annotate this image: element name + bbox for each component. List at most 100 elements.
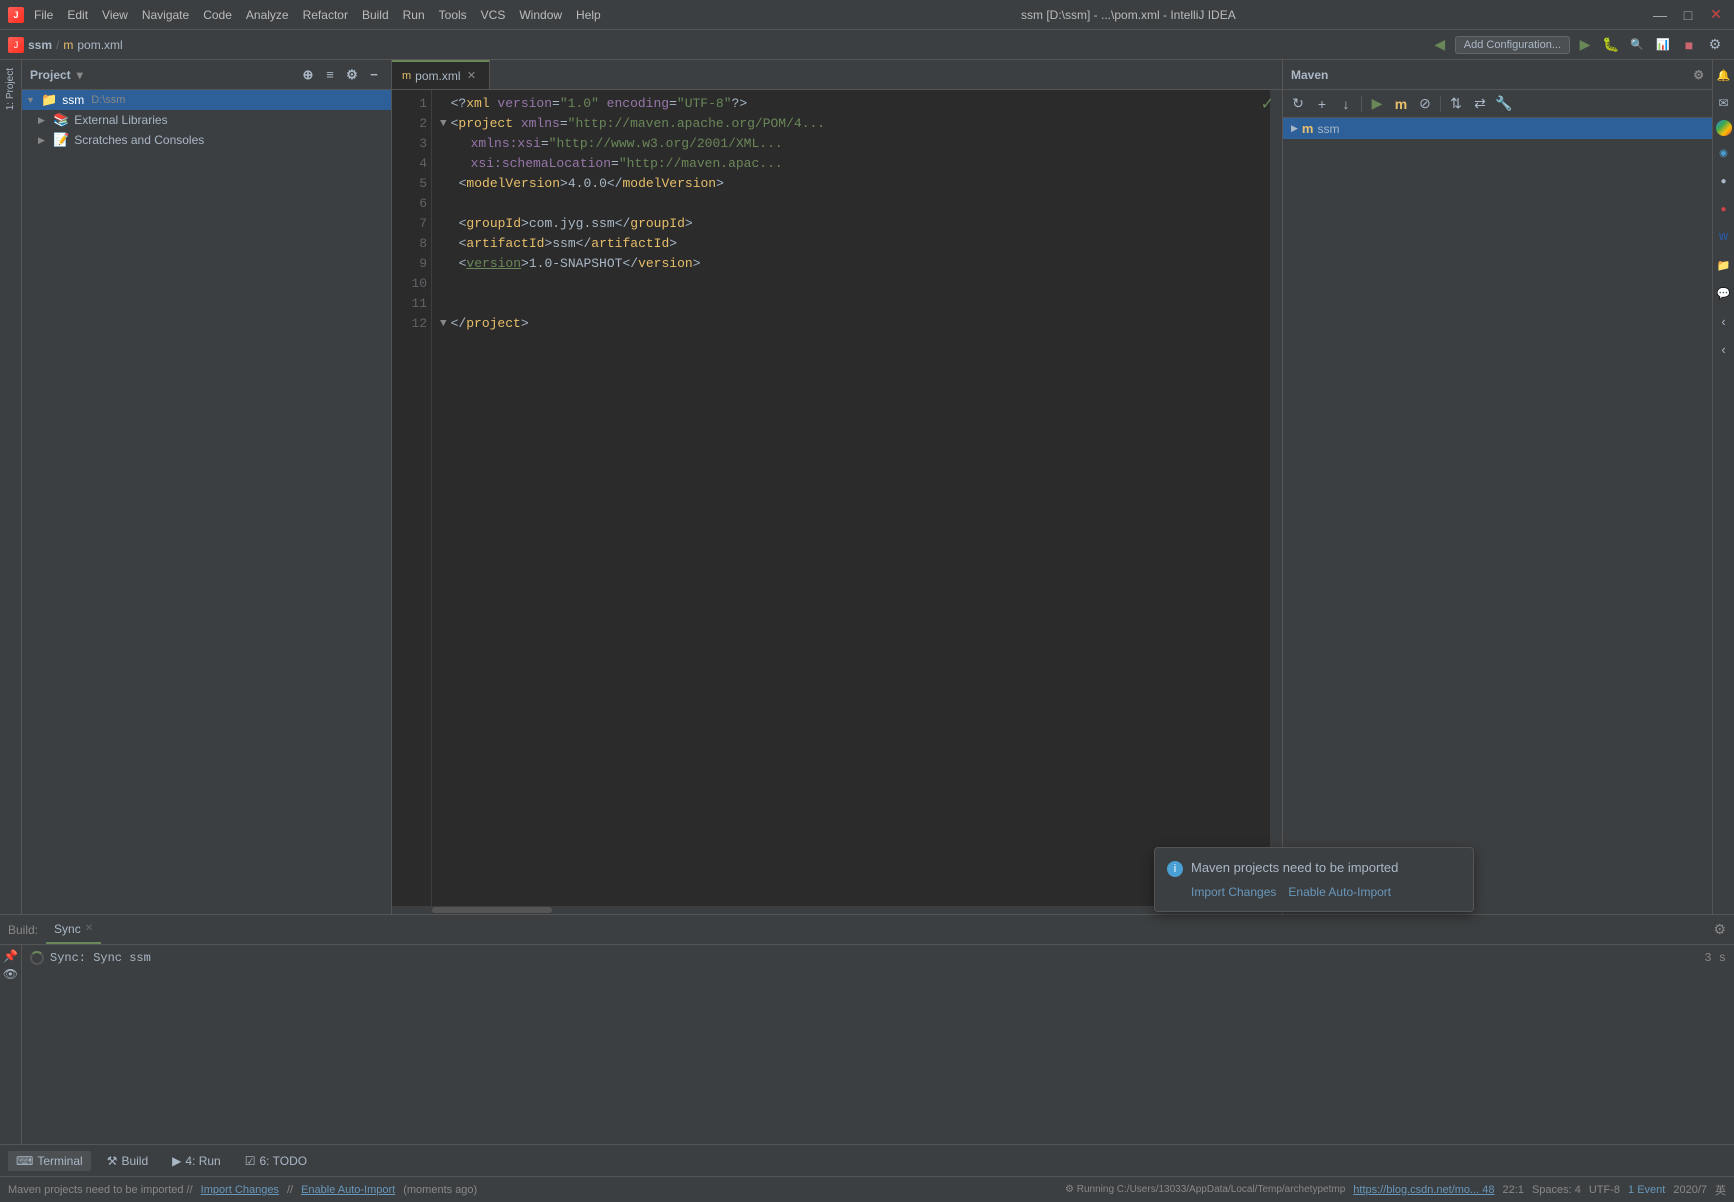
code-editor[interactable]: 1 2 3 4 5 6 7 8 9 10 11 12 <?xml version… (392, 90, 1282, 906)
menu-build[interactable]: Build (356, 6, 395, 24)
maven-wrench-icon[interactable]: 🔧 (1493, 93, 1515, 115)
toolbar-tab-build[interactable]: ⚒ Build (99, 1151, 156, 1171)
run-button[interactable]: ▶ (1574, 34, 1596, 56)
menu-refactor[interactable]: Refactor (297, 6, 354, 24)
tree-item-external-libs[interactable]: ▶ 📚 External Libraries (22, 110, 391, 130)
menu-code[interactable]: Code (197, 6, 238, 24)
eye-icon[interactable]: 👁 (3, 967, 18, 981)
menu-file[interactable]: File (28, 6, 59, 24)
breadcrumb-ssm[interactable]: ssm (28, 38, 52, 52)
sync-tab-close[interactable]: ✕ (85, 923, 93, 934)
maven-collapse-icon[interactable]: ⇄ (1469, 93, 1491, 115)
code-content[interactable]: <?xml version="1.0" encoding="UTF-8" ?> … (432, 90, 1270, 906)
maven-expand-icon[interactable]: ⇅ (1445, 93, 1467, 115)
right-icon-notifications[interactable]: 🔔 (1713, 64, 1734, 86)
maven-tree-ssm[interactable]: ▶ m ssm (1283, 118, 1712, 139)
project-panel-title: Project (30, 68, 71, 82)
menu-navigate[interactable]: Navigate (136, 6, 195, 24)
maven-m-icon[interactable]: m (1390, 93, 1412, 115)
code-line-11 (440, 294, 1262, 314)
pom-tab-icon: m (402, 70, 411, 82)
locate-icon[interactable]: ⊕ (299, 66, 317, 84)
vertical-scrollbar[interactable] (1270, 90, 1282, 906)
bottom-tab-sync[interactable]: Sync ✕ (46, 915, 101, 944)
minimize-button[interactable]: — (1650, 5, 1670, 25)
close-button[interactable]: ✕ (1706, 5, 1726, 25)
horizontal-scrollbar[interactable] (392, 906, 1282, 914)
menu-vcs[interactable]: VCS (475, 6, 512, 24)
sync-time: 3 s (1704, 951, 1726, 965)
menu-help[interactable]: Help (570, 6, 607, 24)
settings-icon[interactable]: ⚙ (1704, 34, 1726, 56)
right-icon-chat[interactable]: 💬 (1713, 282, 1734, 304)
stop-button[interactable]: ■ (1678, 34, 1700, 56)
project-dropdown-icon[interactable]: ▾ (77, 68, 83, 82)
maven-download-icon[interactable]: ↓ (1335, 93, 1357, 115)
breadcrumb-pom[interactable]: pom.xml (77, 38, 122, 52)
tree-item-ssm[interactable]: ▼ 📁 ssm D:\ssm (22, 90, 391, 110)
maven-add-icon[interactable]: + (1311, 93, 1333, 115)
maven-skip-icon[interactable]: ⊘ (1414, 93, 1436, 115)
profile-button[interactable]: 📊 (1652, 34, 1674, 56)
tree-arrow-ssm: ▼ (26, 95, 38, 105)
menu-bar-menus[interactable]: File Edit View Navigate Code Analyze Ref… (28, 6, 607, 24)
back-arrow-icon[interactable]: ◀ (1429, 34, 1451, 56)
notification-header: i Maven projects need to be imported (1167, 860, 1461, 877)
menu-window[interactable]: Window (513, 6, 568, 24)
toolbar-tab-run[interactable]: ▶ 4: Run (164, 1151, 229, 1171)
maven-settings-icon[interactable]: ⚙ (1693, 68, 1704, 82)
right-icon-word[interactable]: W (1713, 226, 1734, 248)
right-icon-circle1[interactable] (1716, 120, 1732, 136)
status-import-link[interactable]: Import Changes (201, 1184, 279, 1196)
debug-button[interactable]: 🐛 (1600, 34, 1622, 56)
toolbar-tab-terminal[interactable]: ⌨ Terminal (8, 1151, 91, 1171)
menu-edit[interactable]: Edit (61, 6, 94, 24)
event-indicator[interactable]: 1 Event (1628, 1184, 1665, 1196)
gear-icon[interactable]: ⚙ (343, 66, 361, 84)
h-scrollbar-thumb[interactable] (432, 907, 552, 913)
run-config-selector[interactable]: Add Configuration... (1455, 36, 1570, 54)
scratches-icon: 📝 (53, 132, 69, 148)
editor-tab-pom[interactable]: m pom.xml ✕ (392, 60, 490, 89)
coverage-button[interactable]: 🔍 (1626, 34, 1648, 56)
bottom-panel-settings[interactable]: ⚙ (1713, 921, 1726, 938)
status-sep: // (287, 1184, 293, 1196)
menu-view[interactable]: View (96, 6, 134, 24)
maven-toolbar: ↻ + ↓ ▶ m ⊘ ⇅ ⇄ 🔧 (1283, 90, 1712, 118)
menu-run[interactable]: Run (397, 6, 431, 24)
menu-tools[interactable]: Tools (433, 6, 473, 24)
right-icon-folder[interactable]: 📁 (1713, 254, 1734, 276)
maven-panel-header: Maven ⚙ (1283, 60, 1712, 90)
maven-run-icon[interactable]: ▶ (1366, 93, 1388, 115)
collapse-all-icon[interactable]: ≡ (321, 66, 339, 84)
right-icon-arrow-left[interactable]: ‹ (1713, 310, 1734, 332)
right-icon-circle2[interactable]: ◉ (1713, 142, 1734, 164)
maven-refresh-icon[interactable]: ↻ (1287, 93, 1309, 115)
tab-close-pom[interactable]: ✕ (465, 69, 479, 83)
sync-log-text: Sync: Sync ssm (50, 951, 151, 965)
project-panel-header: Project ▾ ⊕ ≡ ⚙ − (22, 60, 391, 90)
minimize-panel-icon[interactable]: − (365, 66, 383, 84)
right-icon-red[interactable]: ● (1713, 198, 1734, 220)
toolbar-icon-intellij: J (8, 37, 24, 53)
menu-analyze[interactable]: Analyze (240, 6, 295, 24)
blog-link[interactable]: https://blog.csdn.net/mo... 48 (1353, 1184, 1494, 1196)
enable-auto-import-link[interactable]: Enable Auto-Import (1288, 885, 1391, 899)
encoding-indicator[interactable]: UTF-8 (1589, 1184, 1620, 1196)
maven-tree-arrow: ▶ (1291, 123, 1298, 134)
right-icon-arrow-left2[interactable]: ‹ (1713, 338, 1734, 360)
window-controls[interactable]: — □ ✕ (1650, 5, 1726, 25)
toolbar-tab-todo[interactable]: ☑ 6: TODO (237, 1151, 315, 1171)
left-side-panel: 1: Project (0, 60, 22, 914)
toolbar: J ssm / m pom.xml ◀ Add Configuration...… (0, 30, 1734, 60)
right-icon-circle3[interactable]: ● (1713, 170, 1734, 192)
maximize-button[interactable]: □ (1678, 5, 1698, 25)
project-side-label[interactable]: 1: Project (3, 64, 18, 114)
right-panel-icons: 🔔 ✉ ◉ ● ● W 📁 💬 ‹ ‹ (1713, 64, 1734, 362)
right-icon-mail[interactable]: ✉ (1713, 92, 1734, 114)
tree-item-scratches[interactable]: ▶ 📝 Scratches and Consoles (22, 130, 391, 150)
date-indicator: 2020/7 (1673, 1184, 1707, 1196)
status-autoimport-link[interactable]: Enable Auto-Import (301, 1184, 395, 1196)
import-changes-link[interactable]: Import Changes (1191, 885, 1276, 899)
pin-icon[interactable]: 📌 (3, 949, 18, 963)
